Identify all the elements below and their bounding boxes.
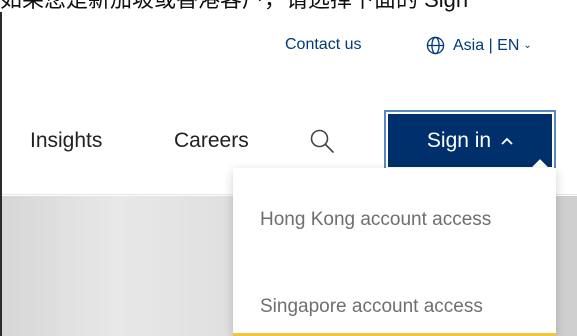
- region-language-selector[interactable]: Asia | EN ⌄: [426, 36, 532, 55]
- sign-in-focus-ring: Sign in: [384, 110, 556, 171]
- sign-in-button[interactable]: Sign in: [388, 114, 552, 167]
- utility-bar: Contact us Asia | EN ⌄: [2, 36, 577, 58]
- search-icon: [310, 129, 334, 153]
- region-label: Asia | EN: [453, 36, 520, 54]
- chevron-up-icon: [501, 137, 513, 145]
- sign-in-label: Sign in: [426, 128, 492, 152]
- search-button[interactable]: [309, 128, 337, 156]
- nav-item-insights[interactable]: Insights: [30, 129, 102, 153]
- announcement-text: 如果您是新加坡或香港客户，请选择下面的 Sign: [0, 0, 468, 12]
- globe-icon: [426, 36, 445, 55]
- sign-in-dropdown-menu: Hong Kong account access Singapore accou…: [233, 168, 556, 336]
- menu-item-singapore-account-access[interactable]: Singapore account access: [260, 296, 483, 318]
- nav-item-careers[interactable]: Careers: [174, 129, 249, 153]
- cropped-announcement-text: 如果您是新加坡或香港客户，请选择下面的 Sign: [0, 0, 577, 12]
- site-header-frame: Contact us Asia | EN ⌄ Insights Careers …: [0, 12, 577, 336]
- chevron-down-icon: ⌄: [523, 40, 532, 51]
- contact-us-link[interactable]: Contact us: [285, 36, 361, 54]
- menu-item-hong-kong-account-access[interactable]: Hong Kong account access: [260, 209, 491, 231]
